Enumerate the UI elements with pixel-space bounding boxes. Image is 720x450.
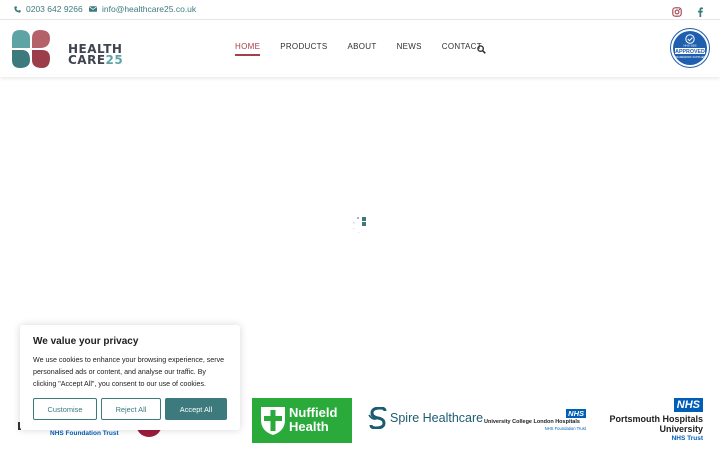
cookie-actions: Customise Reject All Accept All [33, 398, 227, 420]
spire-s-icon [368, 407, 387, 429]
portsmouth-hospitals-logo: NHS Portsmouth Hospitals University NHS … [609, 398, 703, 442]
site-logo[interactable]: HEALTH CARE25 [10, 28, 124, 70]
svg-text:NHS-SBS: NHS-SBS [683, 44, 696, 48]
spire-healthcare-logo: Spire Healthcare [390, 411, 484, 425]
nav-products[interactable]: PRODUCTS [280, 42, 327, 56]
svg-text:FRAMEWORK SUPPLIER: FRAMEWORK SUPPLIER [675, 55, 706, 59]
phone-number: 0203 642 9266 [26, 4, 83, 14]
reject-all-button[interactable]: Reject All [101, 398, 161, 420]
nuffield-health-logo: Nuffield Health [252, 398, 352, 443]
nhs-mark: NHS [566, 409, 586, 418]
cookie-title: We value your privacy [33, 336, 139, 347]
customise-button[interactable]: Customise [33, 398, 97, 420]
nhs-mark: NHS [673, 398, 703, 412]
cookie-description: We use cookies to enhance your browsing … [33, 356, 225, 388]
page: 0203 642 9266 info@healthcare25.co.uk HE… [0, 0, 720, 450]
logo-wordmark: HEALTH CARE25 [68, 42, 124, 67]
facebook-icon[interactable] [695, 4, 706, 18]
partial-trust-label: NHS Foundation Trust [50, 430, 119, 437]
cookie-consent-banner: We value your privacy We use cookies to … [20, 325, 240, 430]
top-bar: 0203 642 9266 info@healthcare25.co.uk [0, 0, 720, 20]
nav-contact[interactable]: CONTACT [442, 42, 482, 56]
accept-all-button[interactable]: Accept All [165, 398, 227, 420]
phone-link[interactable]: 0203 642 9266 [14, 4, 83, 14]
nav-news[interactable]: NEWS [397, 42, 422, 56]
main-nav: HOME PRODUCTS ABOUT NEWS CONTACT [235, 42, 502, 56]
approved-supplier-badge: NHS-SBS APPROVED FRAMEWORK SUPPLIER [670, 28, 710, 68]
social-links [672, 4, 706, 18]
email-link[interactable]: info@healthcare25.co.uk [89, 4, 196, 14]
nav-about[interactable]: ABOUT [348, 42, 377, 56]
svg-text:APPROVED: APPROVED [675, 49, 705, 55]
nav-home[interactable]: HOME [235, 42, 261, 56]
logo-mark [12, 30, 50, 68]
phone-icon [14, 5, 21, 13]
main-header: HEALTH CARE25 HOME PRODUCTS ABOUT NEWS C… [0, 21, 720, 77]
search-icon[interactable] [477, 41, 487, 54]
email-address: info@healthcare25.co.uk [102, 4, 197, 14]
loading-spinner-icon [352, 216, 370, 234]
envelope-icon [89, 6, 97, 12]
instagram-icon[interactable] [672, 4, 683, 17]
cross-shield-icon [261, 407, 285, 435]
